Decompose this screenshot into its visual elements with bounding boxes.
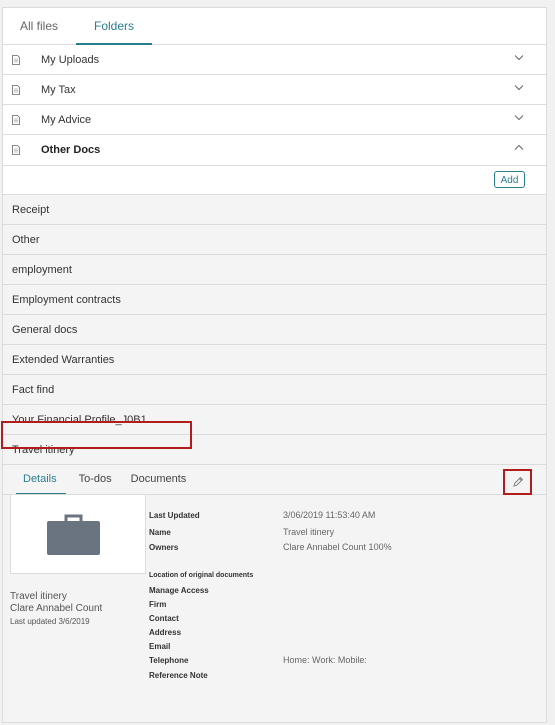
email-label: Email	[149, 642, 171, 651]
subfolder-item-extended-warranties[interactable]: Extended Warranties	[3, 345, 546, 375]
owners-value: Clare Annabel Count 100%	[283, 542, 392, 552]
folder-label: My Uploads	[41, 53, 100, 66]
tab-todos[interactable]: To-dos	[73, 473, 118, 494]
last-updated-value: 3/06/2019 11:53:40 AM	[283, 510, 376, 520]
folder-summary: Travel itinery Clare Annabel Count Last …	[10, 591, 102, 628]
subfolder-item-employment[interactable]: employment	[3, 255, 546, 285]
location-label: Location of original documents	[149, 572, 254, 579]
manage-access-label: Manage Access	[149, 586, 209, 595]
tab-details[interactable]: Details	[16, 473, 66, 495]
subfolder-item-general-docs[interactable]: General docs	[3, 315, 546, 345]
folder-row-my-uploads[interactable]: My Uploads	[3, 45, 546, 75]
telephone-value: Home: Work: Mobile:	[283, 655, 367, 665]
add-row: Add	[3, 166, 546, 195]
folder-row-other-docs[interactable]: Other Docs	[3, 135, 546, 166]
pencil-icon	[512, 476, 523, 487]
details-tabs: Details To-dos Documents	[3, 465, 546, 495]
document-icon	[12, 84, 20, 95]
chevron-up-icon[interactable]	[514, 144, 524, 151]
briefcase-icon	[47, 514, 100, 555]
reference-note-label: Reference Note	[149, 671, 208, 680]
chevron-down-icon[interactable]	[514, 114, 524, 121]
edit-button[interactable]	[503, 469, 532, 495]
subfolder-item-travel-itinery[interactable]: Travel itinery	[3, 435, 546, 465]
document-icon	[12, 145, 20, 155]
folder-label: My Advice	[41, 113, 92, 126]
summary-updated: Last updated 3/6/2019	[10, 617, 90, 626]
tab-documents[interactable]: Documents	[125, 473, 193, 494]
folder-row-my-advice[interactable]: My Advice	[3, 105, 546, 135]
contact-label: Contact	[149, 614, 179, 623]
folder-thumbnail	[10, 494, 146, 574]
chevron-down-icon[interactable]	[514, 84, 524, 91]
name-label: Name	[149, 528, 171, 537]
subfolder-item-fact-find[interactable]: Fact find	[3, 375, 546, 405]
last-updated-label: Last Updated	[149, 511, 200, 520]
summary-owner: Clare Annabel Count	[10, 603, 103, 614]
subfolder-item-other[interactable]: Other	[3, 225, 546, 255]
summary-name: Travel itinery	[10, 591, 67, 602]
address-label: Address	[149, 628, 182, 637]
subfolder-item-financial-profile[interactable]: Your Financial Profile_J0B1	[3, 405, 546, 435]
name-value: Travel itinery	[283, 527, 335, 537]
subfolder-item-receipt[interactable]: Receipt	[3, 195, 546, 225]
owners-label: Owners	[149, 543, 179, 552]
file-tabs: All files Folders	[3, 8, 546, 45]
subfolder-item-employment-contracts[interactable]: Employment contracts	[3, 285, 546, 315]
folder-label: My Tax	[41, 83, 76, 96]
tab-folders[interactable]: Folders	[76, 19, 153, 45]
document-icon	[12, 54, 20, 65]
telephone-label: Telephone	[149, 656, 189, 665]
chevron-down-icon[interactable]	[514, 54, 524, 61]
folder-label: Other Docs	[41, 144, 101, 156]
tab-all-files[interactable]: All files	[3, 19, 76, 44]
firm-label: Firm	[149, 600, 167, 609]
add-button[interactable]: Add	[494, 171, 525, 188]
document-icon	[12, 114, 20, 125]
folder-row-my-tax[interactable]: My Tax	[3, 75, 546, 105]
